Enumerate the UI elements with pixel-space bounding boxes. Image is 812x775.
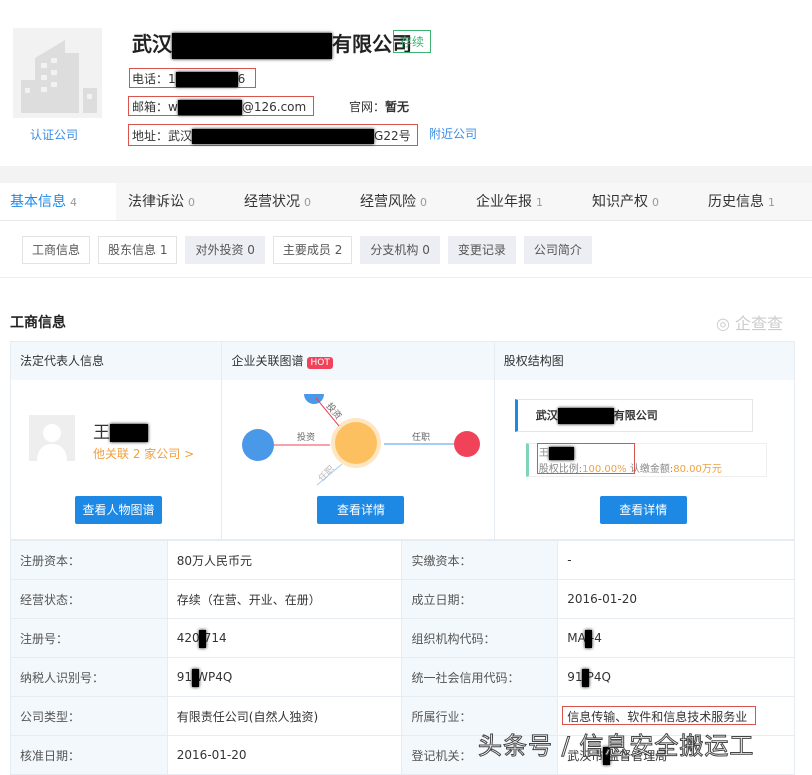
subtab-investments[interactable]: 对外投资 0 [185, 236, 264, 264]
field-value: - [558, 541, 795, 580]
divider [0, 166, 812, 183]
edge-label: 任职 [412, 431, 430, 443]
view-equity-details-button[interactable]: 查看详情 [600, 496, 687, 524]
field-label: 核准日期： [11, 736, 168, 775]
certify-company-link[interactable]: 认证公司 [30, 126, 78, 143]
sub-tabs: 工商信息 股东信息 1 对外投资 0 主要成员 2 分支机构 0 变更记录 公司… [22, 236, 592, 264]
field-label-text: 成立日期： [411, 593, 471, 607]
email: 邮箱：w@126.com [132, 98, 306, 115]
tab-basic-info[interactable]: 基本信息4 [0, 183, 116, 220]
hot-badge: HOT [307, 357, 332, 369]
equity-structure-card: 股权结构图 武汉有限公司 王 股权比例:100.00% 认缴金额:80.00万元… [495, 342, 794, 539]
subtab-members[interactable]: 主要成员 2 [273, 236, 352, 264]
footer-watermark: 头条号 / 信息安全搬运工 [478, 726, 754, 761]
view-graph-details-button[interactable]: 查看详情 [317, 496, 404, 524]
field-label: 纳税人识别号： [11, 658, 168, 697]
divider [0, 277, 812, 278]
edge-label: 任职 [316, 463, 337, 484]
field-value-text: MA|-4 [567, 631, 602, 645]
field-label-text: 组织机构代码： [411, 632, 495, 646]
field-label-text: 公司类型： [20, 710, 80, 724]
relation-graph: 投资 投资 任职 任职 [222, 380, 495, 490]
field-value: 2016-01-20 [167, 736, 402, 775]
card-title: 股权结构图 [495, 342, 794, 380]
subtab-branches[interactable]: 分支机构 0 [360, 236, 439, 264]
field-label: 实缴资本： [402, 541, 558, 580]
card-title: 企业关联图谱HOT [222, 342, 493, 380]
field-value-text: 2016-01-20 [177, 748, 247, 762]
field-value-text: 存续（在营、开业、在册） [177, 593, 321, 607]
subtab-changes[interactable]: 变更记录 [448, 236, 516, 264]
equity-company-node: 武汉有限公司 [515, 399, 753, 432]
field-value-text: - [567, 553, 571, 567]
field-label: 公司类型： [11, 697, 168, 736]
tab-risk[interactable]: 经营风险0 [348, 183, 464, 220]
field-label-text: 纳税人识别号： [20, 671, 104, 685]
tab-ip[interactable]: 知识产权0 [580, 183, 696, 220]
subtab-business-info[interactable]: 工商信息 [22, 236, 90, 264]
field-value-text: 420|714 [177, 631, 227, 645]
main-tabs: 基本信息4 法律诉讼0 经营状况0 经营风险0 企业年报1 知识产权0 历史信息… [0, 183, 812, 221]
summary-cards: 法定代表人信息 王 他关联 2 家公司 > 查看人物图谱 企业关联图谱HOT 投… [10, 341, 795, 540]
nearby-companies-link[interactable]: 附近公司 [429, 125, 477, 142]
phone: 电话：16 [132, 70, 245, 87]
field-value: 420|714 [167, 619, 402, 658]
edge-label: 投资 [297, 431, 315, 443]
tab-operations[interactable]: 经营状况0 [232, 183, 348, 220]
field-value-text: 2016-01-20 [567, 592, 637, 606]
tab-annual-report[interactable]: 企业年报1 [464, 183, 580, 220]
address: 地址：武汉G22号 [132, 127, 411, 144]
relation-graph-card: 企业关联图谱HOT 投资 投资 任职 任职 查看详情 [222, 342, 494, 539]
table-row: 经营状态： 存续（在营、开业、在册） 成立日期： 2016-01-20 [11, 580, 795, 619]
view-person-graph-button[interactable]: 查看人物图谱 [75, 496, 162, 524]
field-label: 组织机构代码： [402, 619, 558, 658]
field-value: 存续（在营、开业、在册） [167, 580, 402, 619]
field-label-text: 注册资本： [20, 554, 80, 568]
company-name: 武汉有限公司 [132, 28, 412, 59]
related-companies-link[interactable]: 他关联 2 家公司 > [93, 445, 194, 462]
tab-legal[interactable]: 法律诉讼0 [116, 183, 232, 220]
tab-history[interactable]: 历史信息1 [696, 183, 812, 220]
field-label-text: 核准日期： [20, 749, 80, 763]
field-value-text: 91|P4Q [567, 670, 611, 684]
field-label-text: 经营状态： [20, 593, 80, 607]
field-label: 成立日期： [402, 580, 558, 619]
edge-label: 投资 [324, 400, 345, 422]
field-label-text: 注册号： [20, 632, 68, 646]
field-label-text: 所属行业： [411, 710, 471, 724]
field-value: MA|-4 [558, 619, 795, 658]
field-label-text: 登记机关： [411, 749, 471, 763]
field-label-text: 实缴资本： [411, 554, 471, 568]
website: 官网：暂无 [349, 98, 409, 115]
legal-rep-card: 法定代表人信息 王 他关联 2 家公司 > 查看人物图谱 [11, 342, 222, 539]
field-value-text: 91|WP4Q [177, 670, 233, 684]
legal-rep-name: 王 [93, 418, 148, 443]
table-row: 注册资本： 80万人民币元 实缴资本： - [11, 541, 795, 580]
field-value: 80万人民币元 [167, 541, 402, 580]
field-value: 91|WP4Q [167, 658, 402, 697]
field-value: 2016-01-20 [558, 580, 795, 619]
field-value-text: 80万人民币元 [177, 554, 252, 568]
field-value: 有限责任公司(自然人独资) [167, 697, 402, 736]
section-title: 工商信息 [10, 312, 66, 332]
field-label: 注册资本： [11, 541, 168, 580]
company-logo [13, 28, 102, 118]
subtab-shareholders[interactable]: 股东信息 1 [98, 236, 177, 264]
subtab-profile[interactable]: 公司简介 [524, 236, 592, 264]
field-label-text: 统一社会信用代码： [411, 671, 519, 685]
status-badge: 存续 [393, 30, 431, 53]
field-value: 91|P4Q [558, 658, 795, 697]
avatar [29, 415, 75, 461]
table-row: 注册号： 420|714 组织机构代码： MA|-4 [11, 619, 795, 658]
table-row: 纳税人识别号： 91|WP4Q 统一社会信用代码： 91|P4Q [11, 658, 795, 697]
field-label: 经营状态： [11, 580, 168, 619]
field-label: 注册号： [11, 619, 168, 658]
brand-watermark: ◎ 企查查 [716, 310, 783, 334]
field-value-text: 有限责任公司(自然人独资) [177, 710, 318, 724]
card-title: 法定代表人信息 [11, 342, 221, 380]
field-label: 统一社会信用代码： [402, 658, 558, 697]
